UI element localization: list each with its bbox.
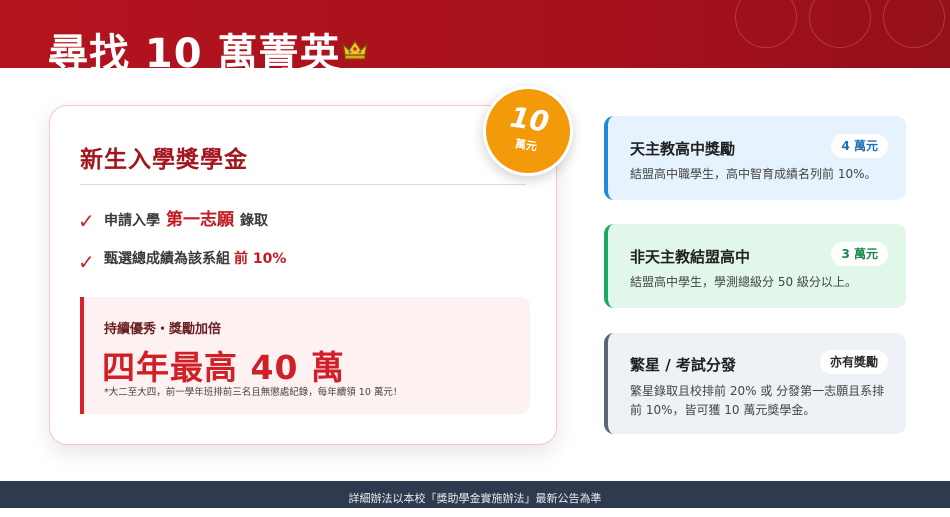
side-card-description: 結盟高中職學生，高中智育成績名列前 10%。 bbox=[630, 167, 877, 181]
page-title: 尋找 10 萬菁英 bbox=[48, 31, 341, 77]
star-exam-card: 繁星 / 考試分發 亦有獎勵 繁星錄取且校排前 20% 或 分發第一志願且系排前… bbox=[604, 333, 906, 434]
criteria-text: 申請入學 第一志願 錄取 bbox=[104, 205, 268, 230]
side-card-title: 非天主教結盟高中 bbox=[630, 248, 751, 266]
renewal-highlight-box: 持續優秀・獎勵加倍 四年最高 40 萬 *大二至大四，前一學年班排前三名且無懲處… bbox=[80, 297, 530, 414]
amount-pill: 亦有獎勵 bbox=[819, 350, 888, 374]
side-card-title: 天主教高中獎勵 bbox=[630, 140, 736, 158]
crown-icon bbox=[342, 40, 368, 60]
divider bbox=[80, 184, 526, 185]
criteria-prefix: 甄選總成績為該系組 bbox=[104, 251, 230, 267]
checkmark-icon: ✓ bbox=[78, 209, 95, 233]
criteria-item: ✓ 甄選總成績為該系組前 10% bbox=[78, 244, 286, 274]
criteria-highlight: 第一志願 bbox=[166, 209, 234, 230]
criteria-highlight: 前 10% bbox=[234, 251, 287, 267]
new-student-scholarship-card: 新生入學獎學金 ✓ 申請入學 第一志願 錄取 ✓ 甄選總成績為該系組前 10% 持續… bbox=[49, 105, 557, 445]
renewal-label: 持續優秀・獎勵加倍 bbox=[104, 322, 222, 337]
side-card-title: 繁星 / 考試分發 bbox=[630, 356, 736, 374]
criteria-prefix: 申請入學 bbox=[104, 212, 160, 229]
renewal-amount: 四年最高 40 萬 bbox=[102, 348, 345, 387]
amount-pill: 3 萬元 bbox=[831, 242, 888, 266]
catholic-high-school-card: 天主教高中獎勵 4 萬元 結盟高中職學生，高中智育成績名列前 10%。 bbox=[604, 116, 906, 200]
renewal-note: *大二至大四，前一學年班排前三名且無懲處紀錄，每年續領 10 萬元！ bbox=[104, 387, 403, 398]
criteria-suffix: 錄取 bbox=[240, 212, 268, 229]
footer-note: 詳細辦法以本校「獎助學金實施辦法」最新公告為準 bbox=[0, 481, 950, 508]
side-card-description: 結盟高中學生，學測總級分 50 級分以上。 bbox=[630, 275, 857, 289]
amount-pill: 4 萬元 bbox=[831, 134, 888, 158]
decorative-circle bbox=[735, 0, 797, 48]
side-card-description: 繁星錄取且校排前 20% 或 分發第一志願且系排前 10%，皆可獲 10 萬元獎… bbox=[630, 384, 885, 417]
decorative-circle bbox=[883, 0, 945, 48]
criteria-item: ✓ 申請入學 第一志願 錄取 bbox=[78, 203, 268, 233]
criteria-text: 甄選總成績為該系組前 10% bbox=[104, 248, 286, 268]
non-catholic-alliance-card: 非天主教結盟高中 3 萬元 結盟高中學生，學測總級分 50 級分以上。 bbox=[604, 224, 906, 308]
decorative-circle bbox=[809, 0, 871, 48]
card-title: 新生入學獎學金 bbox=[80, 147, 248, 173]
checkmark-icon: ✓ bbox=[78, 250, 95, 274]
